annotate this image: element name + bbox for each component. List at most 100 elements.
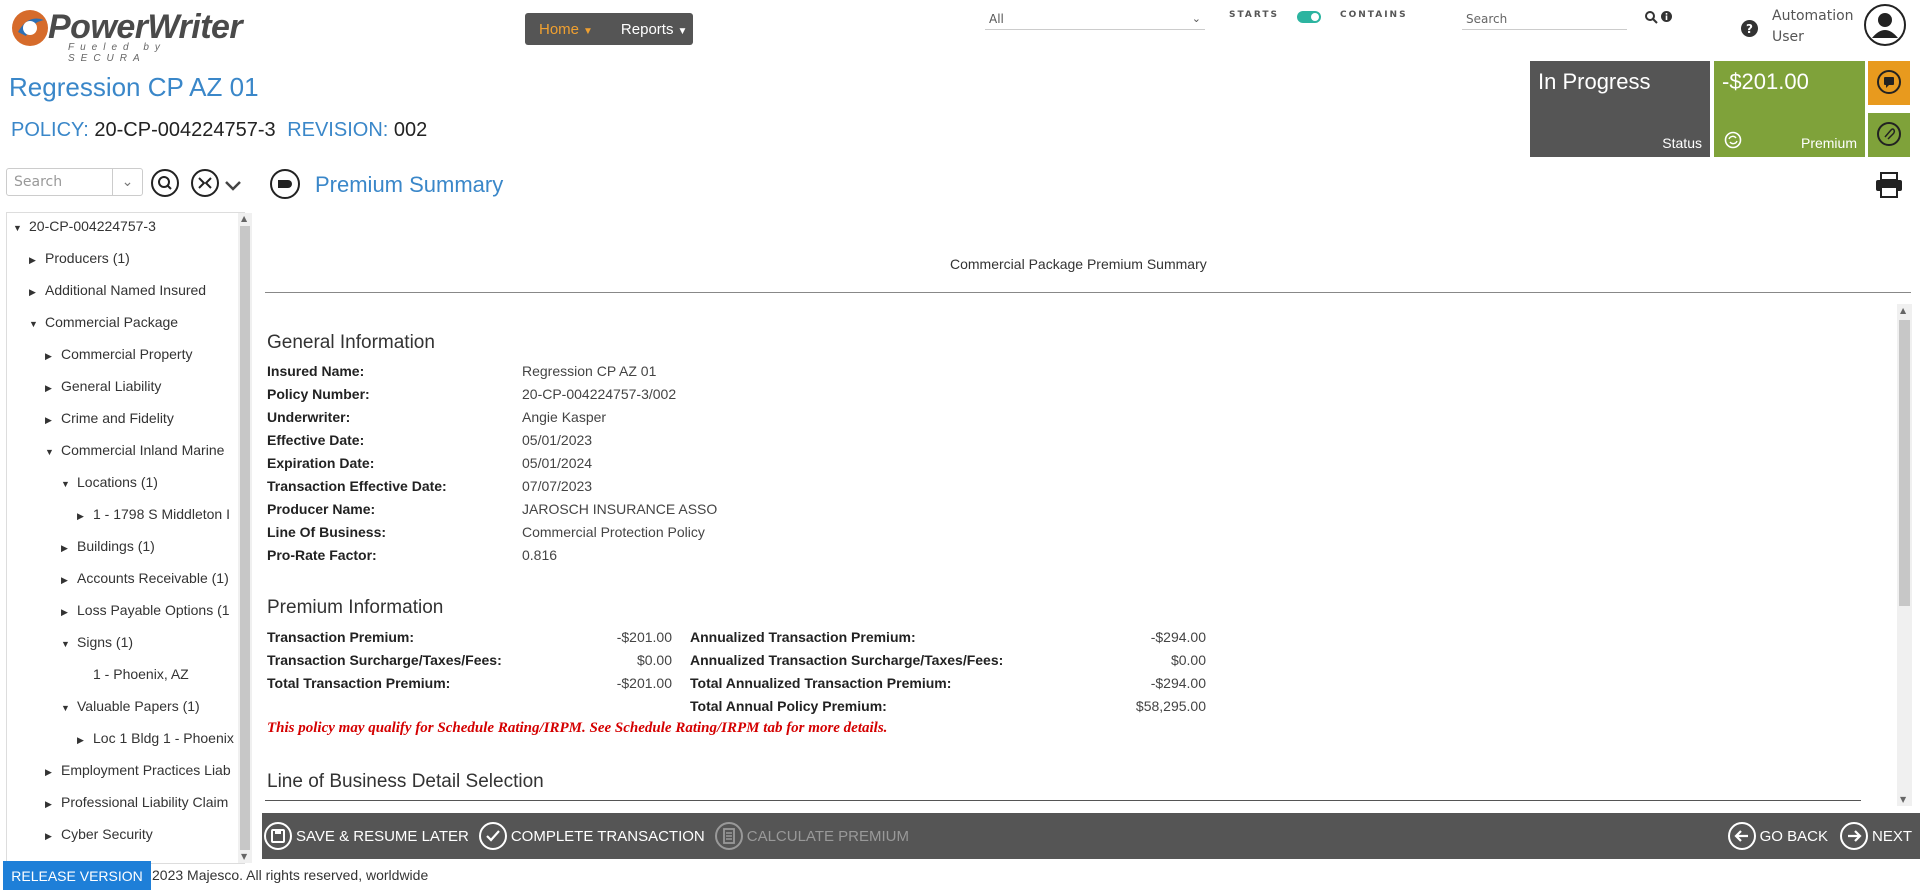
tree-node[interactable]: ▶ Professional Liability Claim [45,794,228,810]
caret-right-icon[interactable]: ▶ [77,511,93,522]
tree-node[interactable]: ▼ Valuable Papers (1) [61,698,200,714]
release-version-button[interactable]: RELEASE VERSION [3,861,151,890]
caret-down-icon[interactable]: ▼ [29,319,45,329]
attachments-button[interactable] [1868,113,1910,157]
tree-node[interactable]: ▼ 20-CP-004224757-3 [13,218,156,234]
tree-node[interactable]: ▶ Loc 1 Bldg 1 - Phoenix [77,730,234,746]
caret-right-icon[interactable]: ▶ [45,767,61,778]
caret-right-icon[interactable]: ▶ [45,799,61,810]
tree-node[interactable]: ▶ Additional Named Insured [29,282,206,298]
caret-right-icon[interactable]: ▶ [61,543,77,554]
comment-icon [1877,70,1901,94]
caret-down-icon[interactable]: ▼ [13,223,29,233]
caret-right-icon[interactable]: ▶ [45,831,61,842]
scroll-up-icon[interactable]: ▲ [241,214,247,223]
tree-node[interactable]: ▶ Cyber Security [45,826,153,842]
page-title: Regression CP AZ 01 [9,72,259,102]
revision-number: 002 [393,119,428,141]
tree-node[interactable]: ▶ General Liability [45,378,161,394]
caret-right-icon[interactable]: ▶ [45,415,61,426]
policy-line: POLICY: 20-CP-004224757-3 REVISION: 002 [11,119,427,142]
complete-transaction-button[interactable]: COMPLETE TRANSACTION [477,822,711,850]
collapse-icon [198,177,212,189]
main-nav: Home ▼ Reports ▼ [525,13,693,45]
tree-node-label: Loss Payable Options (1 [77,602,230,618]
tree-search-button[interactable] [151,169,179,197]
user-name[interactable]: Automation User [1772,6,1854,48]
tree-node[interactable]: ▶ Loss Payable Options (1 [61,602,230,618]
header-search-placeholder: Search [1466,11,1508,26]
notes-button[interactable] [1868,61,1910,105]
refresh-icon[interactable] [1724,131,1742,149]
chevron-down-icon[interactable] [224,180,242,192]
caret-down-icon[interactable]: ▼ [61,479,77,489]
paperclip-icon [1877,122,1901,146]
tree-node[interactable]: ▶ 1 - 1798 S Middleton I [77,506,230,522]
tree-node[interactable]: ▼ Commercial Inland Marine [45,442,224,458]
scroll-down-icon[interactable]: ▼ [1900,795,1906,804]
calculate-premium-button[interactable]: CALCULATE PREMIUM [713,822,915,850]
nav-reports[interactable]: Reports ▼ [607,21,701,38]
info-value: 07/07/2023 [522,478,593,494]
scroll-down-icon[interactable]: ▼ [241,852,247,861]
search-mode-toggle[interactable] [1297,11,1321,23]
info-label: Pro-Rate Factor: [267,547,377,563]
caret-right-icon[interactable]: ▶ [29,287,45,298]
tree-node[interactable]: ▶ Buildings (1) [61,538,155,554]
tree-node-label: Commercial Property [61,346,193,362]
info-value: 0.816 [522,547,558,563]
tree-scrollbar-thumb[interactable] [240,226,250,850]
print-icon[interactable] [1875,172,1903,198]
powerwriter-logo[interactable]: PowerWriter Fueled by SECURA [8,6,243,64]
caret-down-icon[interactable]: ▼ [61,639,77,649]
caret-down-icon[interactable]: ▼ [61,703,77,713]
tree-node[interactable]: ▶ Accounts Receivable (1) [61,570,229,586]
lob-filter-select[interactable]: All ⌄ [985,8,1205,30]
user-avatar[interactable] [1864,4,1906,46]
arrow-right-icon [1839,822,1868,850]
info-value: 20-CP-004224757-3/002 [522,386,677,402]
tree-search-input[interactable]: Search ⌄ [6,168,143,196]
tree-node[interactable]: ▶ Employment Practices Liab [45,762,231,778]
calculate-premium-label: CALCULATE PREMIUM [746,827,909,845]
policy-number: 20-CP-004224757-3 [94,119,276,141]
tree-node[interactable]: ▼ Signs (1) [61,634,133,650]
logo-tagline: Fueled by SECURA [68,42,166,64]
tree-node[interactable]: ▶ Crime and Fidelity [45,410,174,426]
toggle-tree-button[interactable] [270,169,300,199]
save-icon [264,822,292,850]
info-icon[interactable] [1661,11,1672,22]
save-resume-button[interactable]: SAVE & RESUME LATER [262,822,475,850]
tree-node-label: Employment Practices Liab [61,762,231,778]
caret-right-icon[interactable]: ▶ [29,255,45,266]
header-search-input[interactable]: Search [1462,8,1627,30]
scroll-up-icon[interactable]: ▲ [1900,306,1906,315]
caret-right-icon[interactable]: ▶ [61,607,77,618]
svg-text:?: ? [1746,22,1753,36]
tree-node[interactable]: ▼ Locations (1) [61,474,158,490]
caret-right-icon[interactable]: ▶ [45,351,61,362]
chevron-down-icon[interactable]: ⌄ [112,169,142,195]
annualized-label: Total Annual Policy Premium: [690,698,887,714]
tree-node[interactable]: ▶ Commercial Property [45,346,192,362]
caret-right-icon[interactable]: ▶ [61,575,77,586]
tree-node[interactable]: ▶ Producers (1) [29,250,130,266]
tree-node[interactable]: 1 - Phoenix, AZ [77,666,189,682]
content-scrollbar-thumb[interactable] [1899,320,1910,606]
help-icon[interactable]: ? [1741,20,1758,37]
premium-label: Transaction Surcharge/Taxes/Fees: [267,652,502,668]
tree-node[interactable]: ▼ Commercial Package [29,314,178,330]
annualized-amount: -$294.00 [1150,675,1206,691]
caret-right-icon[interactable]: ▶ [77,735,93,746]
search-icon[interactable] [1645,11,1658,24]
tree-collapse-button[interactable] [191,169,219,197]
go-back-button[interactable]: GO BACK [1726,822,1834,850]
next-button[interactable]: NEXT [1838,822,1920,850]
save-resume-label: SAVE & RESUME LATER [296,827,469,845]
caret-right-icon[interactable]: ▶ [45,383,61,394]
chevron-down-icon: ⌄ [1191,12,1201,25]
section-title: Premium Summary [315,172,504,197]
caret-down-icon[interactable]: ▼ [45,447,61,457]
nav-home[interactable]: Home ▼ [525,21,607,38]
premium-amount: -$201.00 [616,629,672,645]
